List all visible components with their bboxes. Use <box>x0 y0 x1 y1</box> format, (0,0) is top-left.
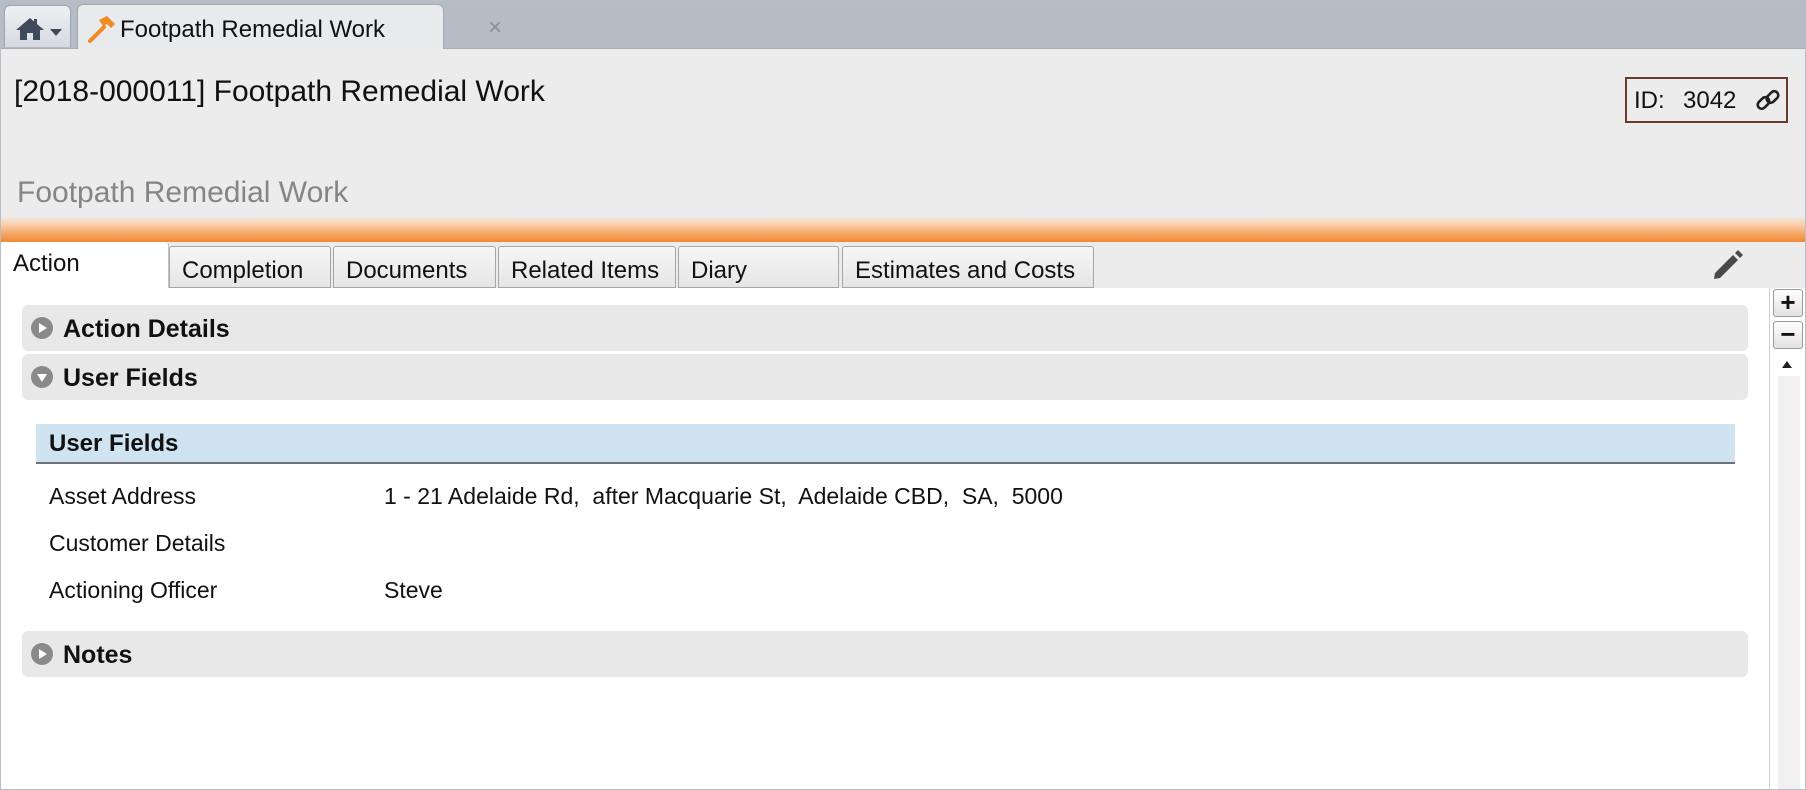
collapse-all-button[interactable]: − <box>1773 321 1803 349</box>
tab-documents[interactable]: Documents <box>333 246 496 288</box>
app-window: Footpath Remedial Work × [2018-000011] F… <box>0 0 1806 790</box>
pencil-icon[interactable] <box>1709 247 1745 283</box>
record-header: [2018-000011] Footpath Remedial Work ID:… <box>1 49 1805 225</box>
link-icon[interactable] <box>1755 87 1781 113</box>
section-user-fields[interactable]: User Fields <box>22 354 1748 400</box>
home-icon <box>16 18 44 40</box>
section-notes[interactable]: Notes <box>22 631 1748 677</box>
tab-action[interactable]: Action <box>1 242 169 288</box>
scroll-up-icon[interactable] <box>1782 361 1792 368</box>
id-value: 3042 <box>1683 87 1737 114</box>
section-label: User Fields <box>63 364 198 392</box>
section-action-details[interactable]: Action Details <box>22 305 1748 351</box>
expand-all-button[interactable]: + <box>1773 289 1803 317</box>
record-content: Action Details User Fields User Fields A… <box>1 288 1769 789</box>
record-subtitle: Footpath Remedial Work <box>17 176 349 209</box>
header-accent-band <box>1 216 1805 242</box>
close-icon[interactable]: × <box>488 14 502 42</box>
field-label-customer-details: Customer Details <box>49 530 226 556</box>
hammer-icon <box>88 16 115 43</box>
document-tab[interactable]: Footpath Remedial Work × <box>77 4 502 49</box>
collapse-arrow-icon[interactable] <box>31 366 53 388</box>
expand-arrow-icon[interactable] <box>31 317 53 339</box>
id-label: ID: <box>1634 87 1665 114</box>
section-label: Notes <box>63 641 133 669</box>
record-id-box: ID: 3042 <box>1625 77 1788 123</box>
tab-related-items[interactable]: Related Items <box>498 246 676 288</box>
section-label: Action Details <box>63 315 230 343</box>
expand-arrow-icon[interactable] <box>31 643 53 665</box>
field-label-actioning-officer: Actioning Officer <box>49 577 218 603</box>
scroll-rail: + − <box>1769 288 1805 789</box>
user-fields-panel-header: User Fields <box>36 424 1735 464</box>
document-tab-title: Footpath Remedial Work <box>120 16 386 43</box>
field-value-asset-address: 1 - 21 Adelaide Rd, after Macquarie St, … <box>384 483 1063 509</box>
page-title: [2018-000011] Footpath Remedial Work <box>14 75 545 108</box>
field-label-asset-address: Asset Address <box>49 483 197 509</box>
scrollbar-track[interactable] <box>1778 376 1800 789</box>
document-tab-strip: Footpath Remedial Work × <box>1 1 1805 49</box>
home-menu-button[interactable] <box>4 5 71 47</box>
chevron-down-icon[interactable] <box>50 29 62 36</box>
tab-estimates-and-costs[interactable]: Estimates and Costs <box>842 246 1094 288</box>
panel-title: User Fields <box>49 430 179 457</box>
field-value-actioning-officer: Steve <box>384 577 443 603</box>
tab-diary[interactable]: Diary <box>678 246 839 288</box>
tab-completion[interactable]: Completion <box>169 246 331 288</box>
record-tabs: Action Completion Documents Related Item… <box>1 242 1805 288</box>
